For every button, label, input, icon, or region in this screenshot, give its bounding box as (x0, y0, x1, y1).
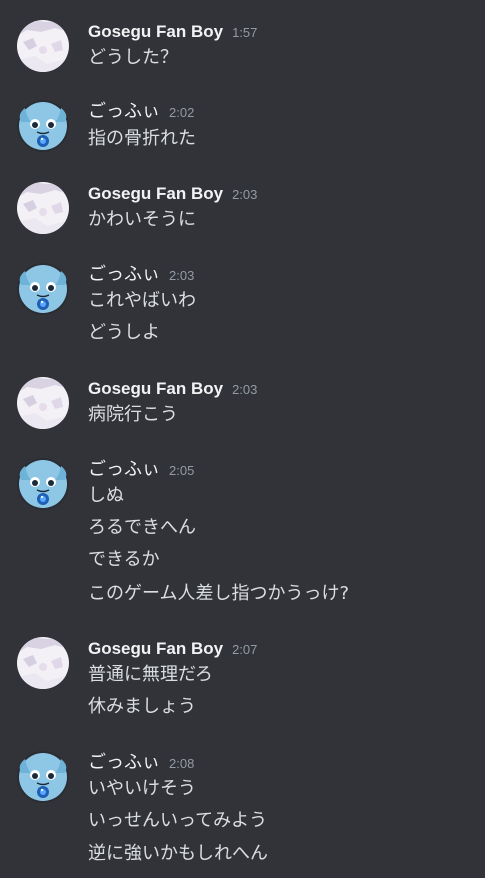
message-text: これやばいわ (88, 290, 196, 311)
message-text: 病院行こう (88, 404, 178, 425)
gofi-avatar-icon[interactable] (17, 100, 69, 152)
gofi-avatar-icon[interactable] (17, 751, 69, 803)
message-header: Gosegu Fan Boy 2:03 (88, 377, 257, 401)
message-text: 逆に強いかもしれへん (88, 843, 268, 864)
message-text: いっせんいってみよう (88, 810, 268, 831)
username[interactable]: ごっふぃ (88, 751, 160, 775)
message-header: Gosegu Fan Boy 2:07 (88, 637, 257, 661)
message-text: いやいけそう (88, 778, 196, 799)
timestamp[interactable]: 2:07 (232, 642, 257, 657)
gosegu-avatar-icon[interactable] (17, 182, 69, 234)
message-text: できるか (88, 549, 160, 570)
message-header: Gosegu Fan Boy 1:57 (88, 20, 257, 44)
message-text: このゲーム人差し指つかうっけ? (88, 583, 350, 604)
message-text: しぬ (88, 485, 124, 506)
username[interactable]: Gosegu Fan Boy (88, 182, 223, 206)
message-text: かわいそうに (88, 209, 196, 230)
message-text: どうしよ (88, 322, 160, 343)
timestamp[interactable]: 2:08 (169, 756, 194, 771)
message-text: どうした？ (88, 47, 178, 68)
gosegu-avatar-icon[interactable] (17, 637, 69, 689)
message-text: 普通に無理だろ (88, 664, 213, 685)
timestamp[interactable]: 1:57 (232, 25, 257, 40)
message-header: ごっふぃ 2:05 (88, 458, 194, 482)
gofi-avatar-icon[interactable] (17, 458, 69, 510)
gosegu-avatar-icon[interactable] (17, 377, 69, 429)
message-text: 休みましょう (88, 696, 196, 717)
message-header: Gosegu Fan Boy 2:03 (88, 182, 257, 206)
username[interactable]: Gosegu Fan Boy (88, 637, 223, 661)
message-text: 指の骨折れた (88, 128, 196, 149)
timestamp[interactable]: 2:02 (169, 105, 194, 120)
username[interactable]: Gosegu Fan Boy (88, 377, 223, 401)
message-text: ろるできへん (88, 517, 196, 538)
username[interactable]: ごっふぃ (88, 100, 160, 124)
timestamp[interactable]: 2:03 (232, 187, 257, 202)
message-header: ごっふぃ 2:03 (88, 263, 194, 287)
message-header: ごっふぃ 2:02 (88, 100, 194, 124)
chat-message-list: Gosegu Fan Boy 1:57 どうした？ ごっふぃ 2:02 指の骨折… (0, 0, 485, 878)
gofi-avatar-icon[interactable] (17, 263, 69, 315)
gosegu-avatar-icon[interactable] (17, 20, 69, 72)
username[interactable]: Gosegu Fan Boy (88, 20, 223, 44)
username[interactable]: ごっふぃ (88, 263, 160, 287)
timestamp[interactable]: 2:05 (169, 463, 194, 478)
timestamp[interactable]: 2:03 (169, 268, 194, 283)
timestamp[interactable]: 2:03 (232, 382, 257, 397)
username[interactable]: ごっふぃ (88, 458, 160, 482)
message-header: ごっふぃ 2:08 (88, 751, 194, 775)
